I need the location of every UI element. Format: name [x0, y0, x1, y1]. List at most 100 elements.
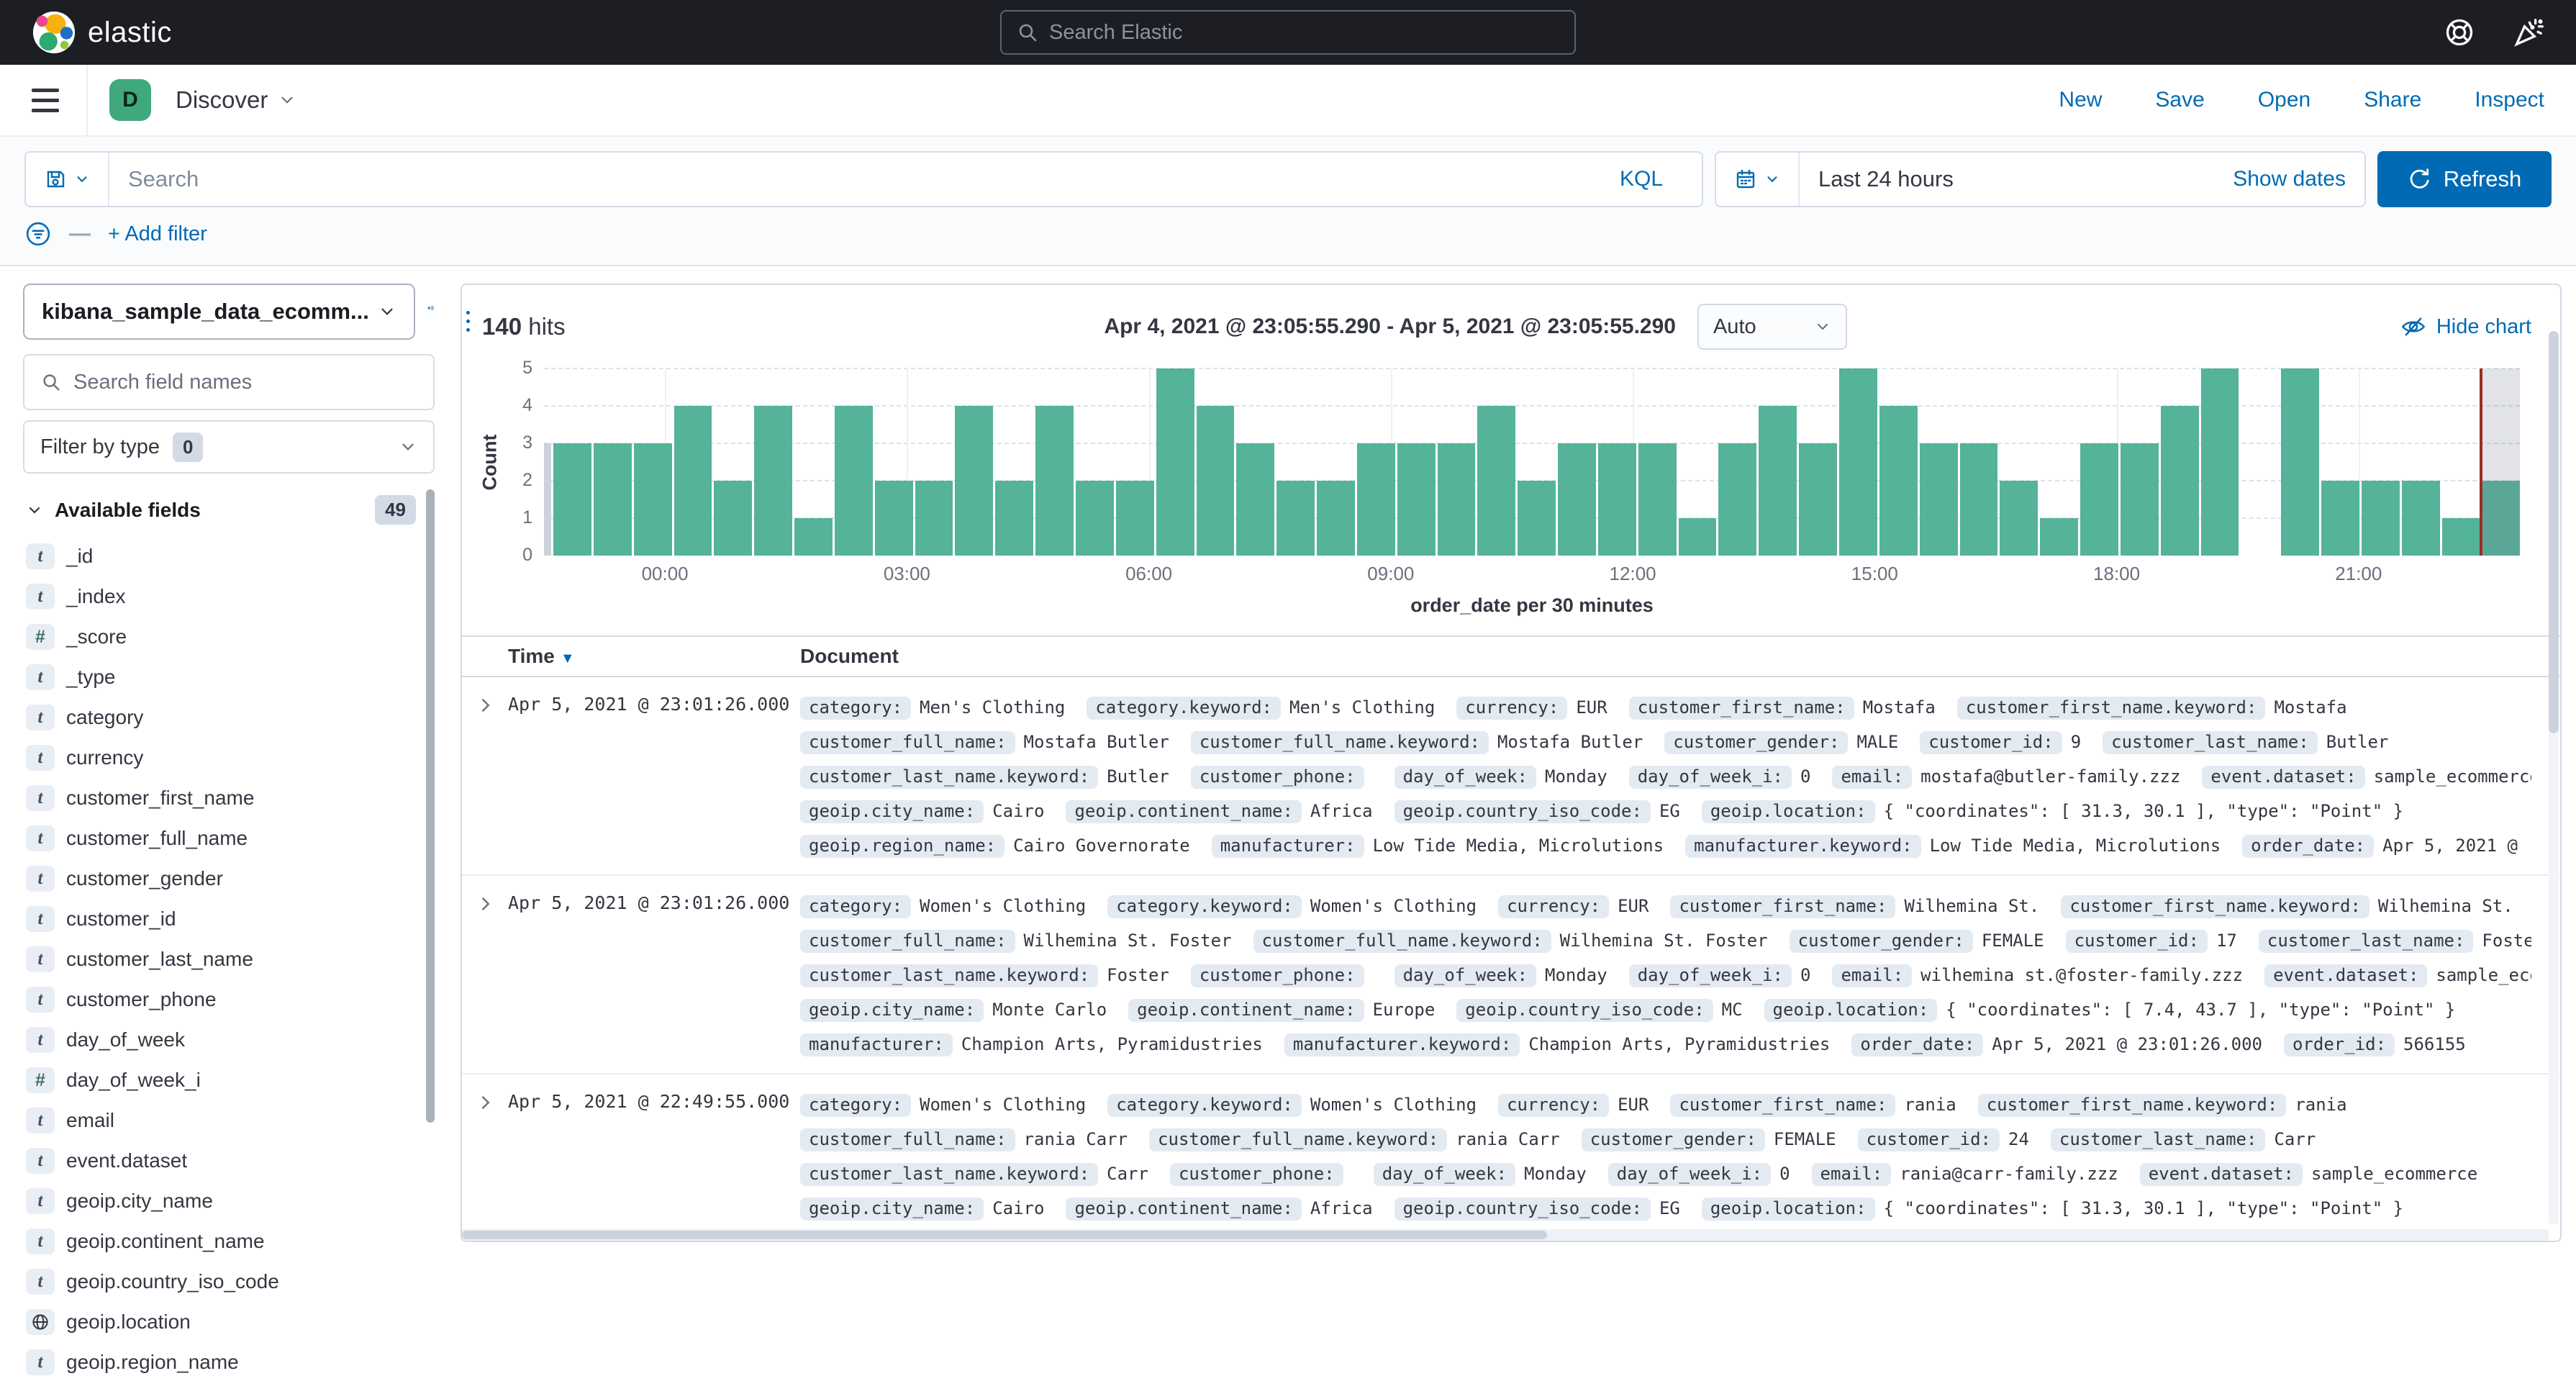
- field-search-box[interactable]: [23, 354, 435, 410]
- histogram-bar[interactable]: [1718, 443, 1756, 556]
- available-fields-header[interactable]: Available fields 49: [23, 495, 435, 525]
- histogram-bar[interactable]: [1076, 481, 1114, 556]
- histogram-bar[interactable]: [2161, 406, 2199, 556]
- histogram-bar[interactable]: [1035, 406, 1074, 556]
- field-item-_index[interactable]: t_index: [23, 576, 435, 617]
- histogram-bar[interactable]: [1276, 481, 1315, 556]
- field-item-customer_phone[interactable]: tcustomer_phone: [23, 979, 435, 1020]
- filter-icon[interactable]: [24, 220, 52, 248]
- histogram-bar[interactable]: [2402, 481, 2440, 556]
- histogram-bar[interactable]: [1477, 406, 1515, 556]
- field-item-geoip.region_name[interactable]: tgeoip.region_name: [23, 1342, 435, 1376]
- field-item-customer_id[interactable]: tcustomer_id: [23, 899, 435, 939]
- whats-new-party-popper-icon[interactable]: [2513, 17, 2544, 48]
- field-item-geoip.location[interactable]: geoip.location: [23, 1302, 435, 1342]
- space-avatar[interactable]: D: [109, 79, 151, 121]
- field-item-day_of_week_i[interactable]: #day_of_week_i: [23, 1060, 435, 1100]
- vertical-scrollbar[interactable]: [2549, 331, 2559, 1225]
- histogram-bar[interactable]: [2121, 443, 2159, 556]
- field-item-geoip.city_name[interactable]: tgeoip.city_name: [23, 1181, 435, 1221]
- menu-hamburger-icon[interactable]: [32, 89, 59, 112]
- query-language-kql-button[interactable]: KQL: [1620, 167, 1683, 191]
- histogram-bar[interactable]: [1518, 481, 1556, 556]
- histogram-bar[interactable]: [2040, 518, 2078, 556]
- expand-row-icon[interactable]: [462, 889, 508, 1062]
- histogram-bar[interactable]: [2442, 518, 2480, 556]
- horizontal-scrollbar[interactable]: [462, 1229, 2549, 1241]
- expand-row-icon[interactable]: [462, 690, 508, 863]
- histogram-bar[interactable]: [634, 443, 672, 556]
- histogram-bar[interactable]: [754, 406, 792, 556]
- histogram-bar[interactable]: [1598, 443, 1636, 556]
- share-button[interactable]: Share: [2364, 88, 2421, 112]
- field-item-currency[interactable]: tcurrency: [23, 738, 435, 778]
- date-picker-calendar-button[interactable]: [1716, 153, 1800, 206]
- field-item-email[interactable]: temail: [23, 1100, 435, 1141]
- time-column-header[interactable]: Time▼: [508, 645, 800, 668]
- field-item-_id[interactable]: t_id: [23, 536, 435, 576]
- field-item-_type[interactable]: t_type: [23, 657, 435, 697]
- histogram-bar[interactable]: [1116, 481, 1154, 556]
- histogram-bar[interactable]: [915, 481, 953, 556]
- add-filter-button[interactable]: + Add filter: [108, 222, 207, 246]
- show-dates-button[interactable]: Show dates: [2233, 167, 2364, 191]
- elastic-logo[interactable]: elastic: [32, 10, 172, 55]
- histogram-bar[interactable]: [1759, 406, 1797, 556]
- new-button[interactable]: New: [2059, 88, 2102, 112]
- breadcrumb-app-title[interactable]: Discover: [176, 86, 296, 114]
- field-item-geoip.country_iso_code[interactable]: tgeoip.country_iso_code: [23, 1262, 435, 1302]
- field-item-category[interactable]: tcategory: [23, 697, 435, 738]
- histogram-bar[interactable]: [1236, 443, 1274, 556]
- histogram-bar[interactable]: [2201, 368, 2239, 556]
- field-item-customer_first_name[interactable]: tcustomer_first_name: [23, 778, 435, 818]
- histogram-bar[interactable]: [1960, 443, 1998, 556]
- histogram-bar[interactable]: [1558, 443, 1596, 556]
- global-search-box[interactable]: [1000, 10, 1576, 55]
- histogram-bar[interactable]: [1438, 443, 1476, 556]
- histogram-bar[interactable]: [1317, 481, 1355, 556]
- saved-query-menu-button[interactable]: [26, 153, 109, 206]
- time-range-value[interactable]: Last 24 hours: [1800, 166, 1954, 192]
- collapse-sidebar-icon[interactable]: [427, 294, 435, 322]
- field-item-geoip.continent_name[interactable]: tgeoip.continent_name: [23, 1221, 435, 1262]
- field-item-day_of_week[interactable]: tday_of_week: [23, 1020, 435, 1060]
- histogram-bar[interactable]: [2281, 368, 2319, 556]
- histogram-bar[interactable]: [2362, 481, 2400, 556]
- histogram-bar[interactable]: [835, 406, 873, 556]
- histogram-bar[interactable]: [674, 406, 712, 556]
- histogram-bar[interactable]: [553, 443, 591, 556]
- histogram-bar[interactable]: [1799, 443, 1837, 556]
- field-search-input[interactable]: [73, 371, 417, 394]
- field-item-customer_gender[interactable]: tcustomer_gender: [23, 859, 435, 899]
- histogram-bar[interactable]: [995, 481, 1033, 556]
- histogram-bar[interactable]: [2080, 443, 2118, 556]
- refresh-button[interactable]: Refresh: [2377, 151, 2552, 207]
- histogram-bar[interactable]: [1638, 443, 1677, 556]
- histogram-bar[interactable]: [2321, 481, 2359, 556]
- histogram-bar[interactable]: [955, 406, 993, 556]
- hide-chart-button[interactable]: Hide chart: [2400, 314, 2531, 340]
- global-search-input[interactable]: [1049, 21, 1560, 45]
- filter-by-type-dropdown[interactable]: Filter by type 0: [23, 420, 435, 474]
- field-item-event.dataset[interactable]: tevent.dataset: [23, 1141, 435, 1181]
- interval-select[interactable]: Auto: [1697, 304, 1847, 350]
- field-item-customer_full_name[interactable]: tcustomer_full_name: [23, 818, 435, 859]
- histogram-bar[interactable]: [1197, 406, 1235, 556]
- field-item-_score[interactable]: #_score: [23, 617, 435, 657]
- histogram-bar[interactable]: [1156, 368, 1194, 556]
- histogram-bar[interactable]: [714, 481, 752, 556]
- histogram-bar[interactable]: [875, 481, 913, 556]
- histogram-bar[interactable]: [1397, 443, 1436, 556]
- panel-resize-handle[interactable]: [466, 311, 470, 332]
- index-pattern-switcher[interactable]: kibana_sample_data_ecomm...: [23, 284, 415, 340]
- help-life-buoy-icon[interactable]: [2444, 17, 2475, 48]
- histogram-bar[interactable]: [2000, 481, 2038, 556]
- histogram-bar[interactable]: [1679, 518, 1717, 556]
- save-button[interactable]: Save: [2155, 88, 2204, 112]
- histogram-bar[interactable]: [1879, 406, 1918, 556]
- histogram-bar[interactable]: [594, 443, 632, 556]
- histogram-bar[interactable]: [794, 518, 833, 556]
- histogram-bar[interactable]: [1357, 443, 1395, 556]
- open-button[interactable]: Open: [2258, 88, 2310, 112]
- inspect-button[interactable]: Inspect: [2475, 88, 2544, 112]
